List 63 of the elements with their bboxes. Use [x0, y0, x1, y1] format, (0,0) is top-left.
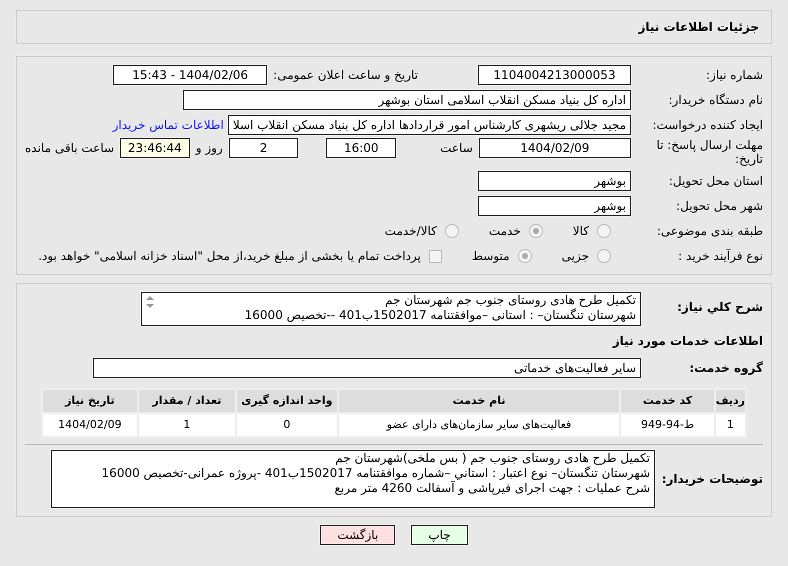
page-title: جزئیات اطلاعات نیاز [638, 19, 759, 36]
table-cell: 1 [714, 413, 746, 437]
table-cell: ط-94-949 [620, 413, 715, 437]
field-label: تاریخ و ساعت اعلان عمومی: [273, 67, 418, 84]
column-header: تعداد / مقدار [138, 389, 236, 413]
field-label: ساعت باقی مانده [25, 140, 114, 157]
radio-button[interactable] [528, 224, 543, 238]
table-cell: 1404/02/09 [42, 413, 138, 437]
field-label: گروه خدمت: [688, 360, 763, 377]
field-label: پرداخت تمام یا بخشی از مبلغ خرید،از محل "اسناد خزانه اسلامی" خواهد بود. [38, 248, 421, 265]
radio-button[interactable] [518, 249, 532, 263]
radio-button[interactable] [597, 249, 611, 263]
summary-line: شهرستان تنگستان– : استانی –موافقتنامه 1502017ب401 --تخصیص 16000 [244, 308, 636, 323]
print-button[interactable]: چاپ [411, 525, 468, 545]
section-title: اطلاعات خدمات مورد نیاز [611, 333, 763, 350]
summary-line: تکمیل طرح هادی روستای جنوب جم شهرستان جم [385, 293, 636, 308]
field-label: شهر محل تحویل: [675, 198, 763, 215]
field-label: کالا [572, 223, 589, 240]
remaining-time-field[interactable]: 23:46:44 [120, 138, 190, 158]
radio-button[interactable] [444, 224, 459, 238]
column-header: ردیف [714, 389, 746, 413]
field-label: نام دستگاه خریدار: [668, 92, 763, 109]
notes-line: شرح عملیات : جهت اجرای فیرپاشی و آسفالت 4260 متر مربع [334, 481, 650, 496]
field-label: مهلت ارسال پاسخ: تا تاریخ: [655, 138, 763, 166]
announce-date-field[interactable]: 1404/02/06 - 15:43 [113, 65, 268, 85]
need-number-field[interactable]: 1104004213000053 [478, 65, 631, 85]
column-header: کد خدمت [620, 389, 715, 413]
scroll-arrows-icon[interactable] [144, 295, 156, 309]
buyer-contact-link[interactable]: اطلاعات تماس خریدار [112, 116, 224, 134]
table-cell: 0 [236, 413, 338, 437]
field-label: روز و [196, 140, 223, 157]
field-label: توضیحات خریدار: [660, 471, 763, 488]
field-label: کالا/خدمت [384, 223, 437, 240]
buyer-notes-textarea[interactable]: تکمیل طرح هادی روستای جنوب جم ( بس ملخی)شهرستان جم شهرستان تنگستان– نوع اعتبار : استاني –شماره موافقتنامه 1502017ب401 -پروژه عمرانی-تخصیص 16000 شرح عملیات : جهت اجرای فیرپاشی و آسفالت 4260 متر مربع [51, 450, 655, 508]
notes-line: تکمیل طرح هادی روستای جنوب جم ( بس ملخی)شهرستان جم [335, 451, 650, 466]
city-field[interactable]: بوشهر [478, 196, 631, 216]
field-label: شرح کلي نياز: [676, 299, 763, 316]
days-field[interactable]: 2 [228, 138, 298, 158]
deadline-date-field[interactable]: 1404/02/09 [478, 138, 631, 158]
field-label: خدمت [488, 223, 521, 240]
column-header: تاریخ نیاز [42, 389, 138, 413]
field-label: متوسط [472, 248, 510, 265]
deadline-time-field[interactable]: 16:00 [326, 138, 396, 158]
field-label: جزیی [562, 248, 589, 265]
service-group-field[interactable]: سایر فعالیت‌های خدماتی [93, 358, 641, 378]
back-button[interactable]: بازگشت [320, 525, 396, 545]
field-label: ساعت [440, 140, 473, 157]
summary-textarea[interactable]: تکمیل طرح هادی روستای جنوب جم شهرستان جم شهرستان تنگستان– : استانی –موافقتنامه 1502017ب401 --تخصیص 16000 [141, 292, 641, 326]
field-label: طبقه بندی موضوعی: [656, 223, 763, 240]
table-cell: 1 [138, 413, 236, 437]
field-label: ایجاد کننده درخواست: [651, 117, 763, 134]
field-label: شماره نیاز: [705, 67, 763, 84]
radio-button[interactable] [597, 224, 611, 238]
field-label: استان محل تحویل: [668, 173, 763, 190]
requester-field[interactable]: مجید جلالی ریشهری کارشناس امور قراردادها اداره کل بنیاد مسکن انقلاب اسلا [228, 115, 631, 135]
notes-line: شهرستان تنگستان– نوع اعتبار : استاني –شماره موافقتنامه 1502017ب401 -پروژه عمرانی-تخصیص 16000 [102, 466, 650, 481]
table-cell: فعالیت‌های سایر سازمان‌های دارای عضو [338, 413, 620, 437]
province-field[interactable]: بوشهر [478, 171, 631, 191]
column-header: نام خدمت [338, 389, 620, 413]
field-label: نوع فرآیند خرید : [677, 248, 763, 265]
checkbox[interactable] [428, 250, 442, 262]
column-header: واحد اندازه گیری [236, 389, 338, 413]
buyer-field[interactable]: اداره کل بنیاد مسکن انقلاب اسلامی استان بوشهر [183, 90, 631, 110]
